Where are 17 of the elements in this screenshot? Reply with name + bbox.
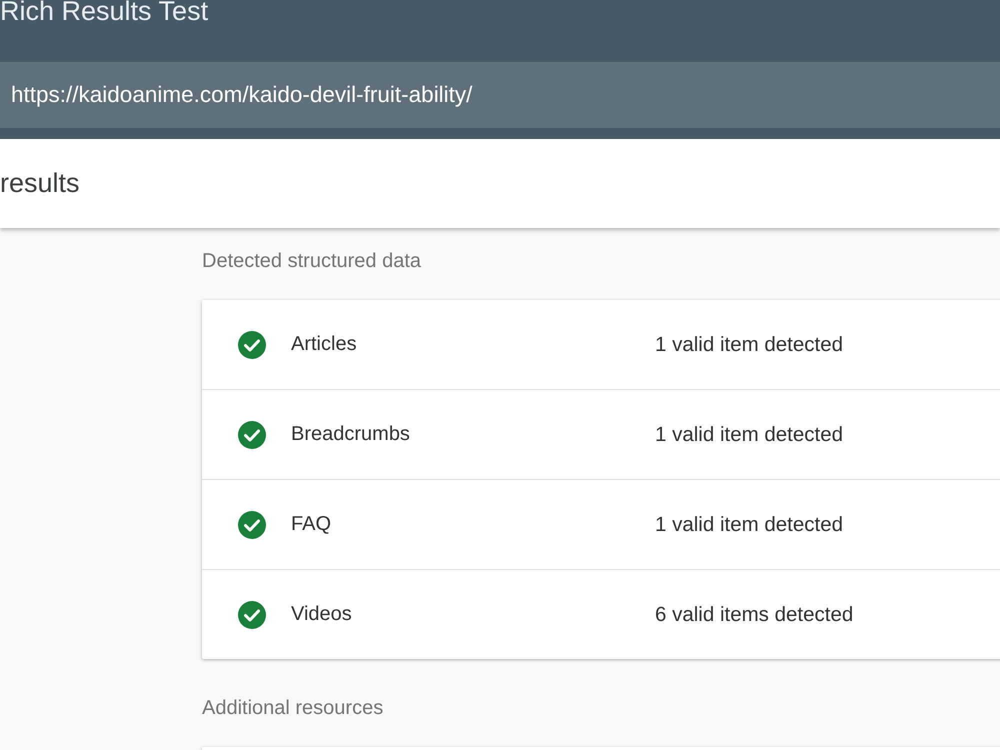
section-heading: Additional resources: [202, 697, 384, 719]
data-type-name: Articles: [291, 333, 358, 356]
data-type-name: FAQ: [291, 513, 332, 536]
structured-data-row[interactable]: FAQ 1 valid item detected: [202, 479, 1000, 569]
data-type-name: Videos: [291, 603, 353, 626]
app-title: Rich Results Test: [0, 0, 208, 23]
structured-data-row[interactable]: Videos 6 valid items detected: [202, 569, 1000, 659]
section-heading: Detected structured data: [202, 250, 422, 272]
results-title: results: [0, 168, 80, 199]
structured-data-row[interactable]: Breadcrumbs 1 valid item detected: [202, 389, 1000, 479]
item-count: 1 valid item detected: [655, 512, 844, 536]
data-type-name: Breadcrumbs: [291, 423, 411, 446]
structured-data-row[interactable]: Articles 1 valid item detected: [202, 300, 1000, 389]
item-count: 6 valid items detected: [655, 602, 854, 626]
item-count: 1 valid item detected: [655, 332, 844, 356]
url-field[interactable]: https://kaidoanime.com/kaido-devil-fruit-ability/: [0, 62, 1000, 128]
item-count: 1 valid item detected: [655, 422, 844, 446]
